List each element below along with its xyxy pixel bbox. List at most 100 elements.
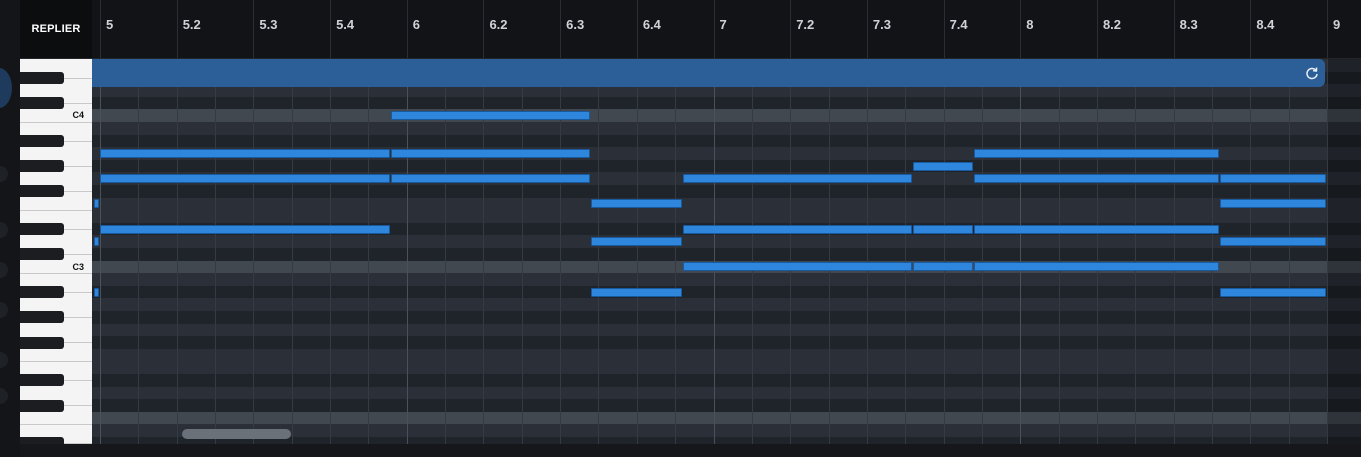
black-key[interactable] [20,311,64,324]
black-key[interactable] [20,185,64,198]
piano-roll-grid[interactable] [92,59,1361,444]
grid-row[interactable] [92,96,1361,110]
timeline-tick-label: 7.3 [872,17,891,32]
midi-note[interactable] [93,287,99,297]
beat-line [1288,59,1290,444]
grid-row[interactable] [92,361,1361,374]
midi-note[interactable] [974,262,1219,272]
left-control[interactable] [0,262,8,278]
beat-line [1211,59,1213,444]
bottom-bar [20,444,1361,457]
beat-line [905,59,907,444]
grid-row[interactable] [92,411,1361,425]
beat-line [291,59,293,444]
key-label: C4 [72,110,84,121]
grid-row[interactable] [92,298,1361,311]
midi-note[interactable] [974,174,1219,184]
timeline-tick-line [560,0,562,58]
timeline-tick-label: 8.3 [1179,17,1198,32]
timeline-tick-line [100,0,101,58]
midi-note[interactable] [590,287,682,297]
midi-note[interactable] [682,262,912,272]
grid-row[interactable] [92,311,1361,324]
midi-note[interactable] [100,149,391,158]
black-key[interactable] [20,71,64,84]
black-key[interactable] [20,160,64,173]
black-key[interactable] [20,336,64,349]
midi-note[interactable] [974,224,1219,234]
beat-line [215,59,217,444]
midi-note[interactable] [1219,199,1326,209]
midi-note[interactable] [682,224,912,234]
grid-row[interactable] [92,122,1361,135]
timeline-tick-label: 6.4 [642,17,661,32]
black-key[interactable] [20,437,64,444]
timeline-tick-label: 8 [1026,17,1034,32]
grid-row[interactable] [92,273,1361,286]
beat-line [368,59,370,444]
left-control[interactable] [0,222,8,238]
midi-note[interactable] [590,237,682,247]
grid-row[interactable] [92,374,1361,387]
midi-note[interactable] [682,174,912,184]
grid-row[interactable] [92,159,1361,173]
midi-note[interactable] [912,262,974,272]
grid-row[interactable] [92,399,1361,412]
grid-row[interactable] [92,323,1361,337]
piano-keyboard[interactable]: C4 C3 [20,59,92,444]
white-key-divider [20,210,92,212]
midi-note[interactable] [1219,237,1326,247]
white-key-divider [20,361,92,363]
black-key[interactable] [20,97,64,110]
grid-row[interactable] [92,386,1361,400]
timeline-ruler[interactable]: 5 5.2 5.3 5.4 6 6.2 6.3 6.4 7 7.2 7.3 7.4 8 8.2 8.3 8.4… [20,0,1361,59]
timeline-tick-line [176,0,178,58]
grid-row[interactable] [92,336,1361,349]
black-key[interactable] [20,399,64,412]
beat-line [138,59,140,444]
midi-note[interactable] [590,199,682,209]
black-key[interactable] [20,223,64,236]
midi-note[interactable] [93,237,99,247]
left-control[interactable] [0,352,8,368]
grid-row[interactable] [92,235,1361,248]
horizontal-scrollbar[interactable] [182,429,291,439]
grid-row[interactable] [92,185,1361,198]
midi-note[interactable] [93,199,99,209]
loop-region[interactable] [92,59,1325,87]
grid-row[interactable] [92,134,1361,148]
grid-row[interactable] [92,210,1361,223]
loop-icon[interactable] [1305,66,1319,80]
black-key[interactable] [20,248,64,261]
midi-note[interactable] [1219,174,1326,184]
midi-note[interactable] [974,149,1219,158]
grid-row[interactable] [92,197,1361,211]
midi-note[interactable] [100,224,391,234]
timeline-tick-label: 7 [719,17,727,32]
midi-note[interactable] [100,174,391,184]
timeline-tick-line [1020,0,1022,58]
left-button[interactable] [0,68,12,108]
grid-row[interactable] [92,285,1361,299]
midi-note[interactable] [912,161,974,171]
left-control[interactable] [0,166,8,182]
timeline-tick-label: 6 [412,17,420,32]
midi-note[interactable] [391,111,590,121]
midi-note[interactable] [391,149,590,158]
black-key[interactable] [20,374,64,387]
left-control[interactable] [0,302,8,318]
timeline-tick-line [636,0,638,58]
timeline-tick-line [1173,0,1175,58]
midi-note[interactable] [912,224,974,234]
black-key[interactable] [20,286,64,299]
timeline-tick-label: 5.2 [182,17,201,32]
midi-note[interactable] [391,174,590,184]
black-key[interactable] [20,134,64,147]
left-control[interactable] [0,388,8,404]
grid-row[interactable] [92,109,1361,122]
midi-note[interactable] [1219,287,1326,297]
grid-row[interactable] [92,248,1361,261]
timeline-tick-label: 5.3 [259,17,278,32]
beat-line [751,59,753,444]
grid-row[interactable] [92,348,1361,362]
